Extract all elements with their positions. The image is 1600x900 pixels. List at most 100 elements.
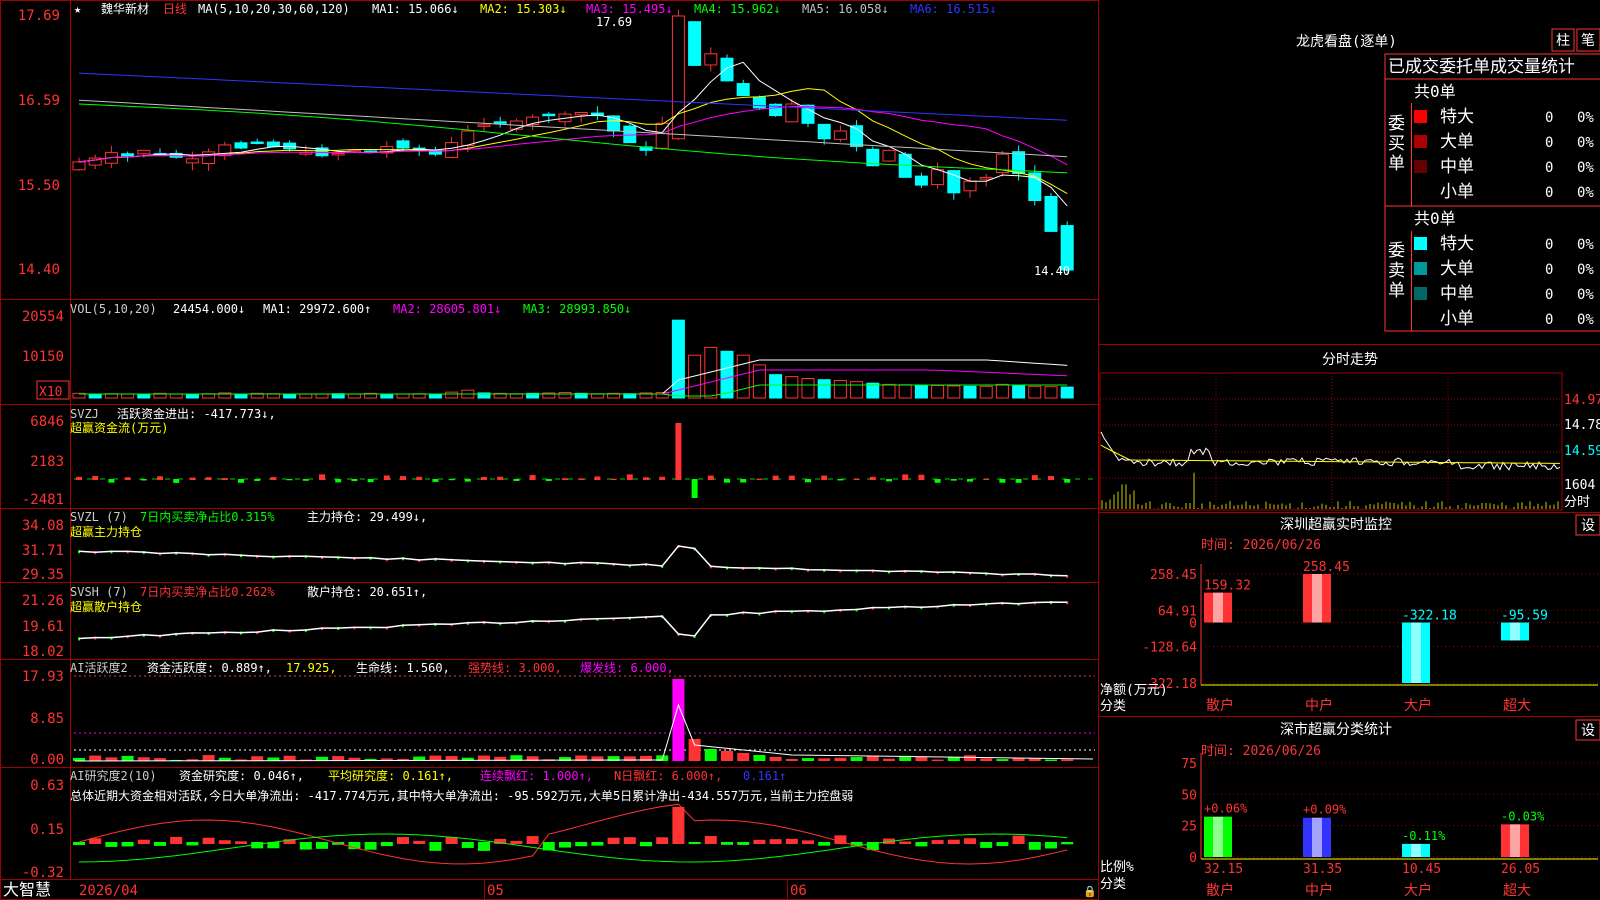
sell-color-swatch xyxy=(1414,287,1427,300)
flow-bar xyxy=(691,479,698,498)
research-bar xyxy=(105,842,118,847)
bar-change-label: +0.06% xyxy=(1204,802,1248,816)
y-tick: 14.40 xyxy=(18,262,60,278)
y-tick: 2183 xyxy=(30,454,64,470)
buy-row-percent: 0% xyxy=(1577,160,1594,176)
bar-highlight xyxy=(1213,816,1223,857)
vol-unit[interactable]: X10 xyxy=(39,385,62,400)
y-tick: 19.61 xyxy=(22,619,64,635)
vol-header: VOL(5,10,20) 24454.000↓ MA1: 29972.600↑ M… xyxy=(70,302,631,316)
flow-bar xyxy=(707,475,714,480)
category-label: 散户 xyxy=(1206,697,1234,714)
flow-bar xyxy=(950,479,957,481)
flow-bar xyxy=(254,479,261,481)
stock-name: 魏华新材 xyxy=(101,1,149,16)
svsh-text: 散户持仓: 20.651↑, xyxy=(307,584,427,599)
flow-bar xyxy=(659,476,666,480)
lhb-title: 龙虎看盘(逐单) xyxy=(1296,33,1397,50)
tick-view-label[interactable]: 笔 xyxy=(1581,33,1595,49)
flow-bar xyxy=(529,475,536,480)
research-bar xyxy=(753,839,766,844)
ai2-y-axis: 0.63 0.15 -0.32 xyxy=(22,778,64,881)
activity-bar xyxy=(996,759,1009,761)
bar-highlight xyxy=(1213,592,1223,623)
research-bar xyxy=(397,837,409,844)
monitor-ylabel: 净额(万元) xyxy=(1100,683,1168,698)
position-line xyxy=(78,601,1068,640)
research-bar xyxy=(915,842,928,847)
research-bar xyxy=(380,842,393,847)
y-tick: 10150 xyxy=(22,349,64,365)
candle-body xyxy=(72,161,86,171)
research-bar xyxy=(980,842,993,848)
activity-bar xyxy=(89,755,102,761)
ai1-burst-line: 爆发线: 6.000, xyxy=(580,660,674,675)
svzl-y-axis: 34.08 31.71 29.35 xyxy=(22,518,64,583)
svzj-text: 活跃资金进出: -417.773↓, xyxy=(117,406,276,421)
research-bar xyxy=(947,839,960,844)
candle-body xyxy=(623,125,637,144)
sell-color-swatch xyxy=(1414,262,1427,275)
bar-value-label: 31.35 xyxy=(1303,862,1342,877)
date-tick: 05 xyxy=(487,883,504,899)
flow-bar xyxy=(238,479,244,483)
bar-value-label: 258.45 xyxy=(1303,560,1350,575)
vol-y-axis: 20554 10150 xyxy=(22,309,64,365)
volume-bar xyxy=(121,393,135,399)
period-label[interactable]: 日线 xyxy=(163,2,187,16)
candle-body xyxy=(574,112,588,116)
sell-row-label: 大单 xyxy=(1440,259,1474,279)
volume-bar xyxy=(234,393,248,399)
intraday-chart[interactable] xyxy=(1099,372,1563,511)
volume-bar xyxy=(1060,386,1074,399)
research-bar xyxy=(299,842,312,850)
activity-bar xyxy=(818,758,831,761)
y-tick: -128.64 xyxy=(1142,641,1197,656)
ai2-avg-value: 0.161↑ xyxy=(743,769,786,783)
buy-total: 共0单 xyxy=(1414,82,1456,101)
flow-bar xyxy=(983,478,990,480)
star-icon[interactable]: ★ xyxy=(74,2,81,16)
svzl-label: SVZL (7) xyxy=(70,510,128,524)
volume-bar xyxy=(736,354,750,399)
research-bar xyxy=(478,842,490,851)
flow-bar xyxy=(383,475,390,480)
classify-settings-label[interactable]: 设 xyxy=(1581,723,1595,739)
column-view-label[interactable]: 柱 xyxy=(1556,33,1570,49)
flow-bar xyxy=(76,476,82,480)
sell-row-value: 0 xyxy=(1545,312,1553,328)
buy-side-label: 买 xyxy=(1388,134,1405,154)
candle-body xyxy=(542,113,556,117)
flow-bar xyxy=(432,479,439,482)
volume-bar xyxy=(720,350,734,399)
lock-icon[interactable]: 🔒 xyxy=(1083,885,1097,898)
research-bar xyxy=(364,842,377,850)
ai1-label: AI活跃度2 xyxy=(70,660,128,675)
research-bar xyxy=(704,836,717,844)
buy-row-value: 0 xyxy=(1545,185,1553,201)
research-bar xyxy=(575,842,588,847)
ma-legend-item: MA6: 16.515↓ xyxy=(910,2,997,16)
flow-bar xyxy=(902,474,909,480)
sell-row-value: 0 xyxy=(1545,287,1553,303)
monitor-settings-label[interactable]: 设 xyxy=(1581,518,1595,534)
volume-bar xyxy=(833,379,847,399)
y-tick: 0 xyxy=(1189,851,1197,866)
intraday-frame xyxy=(1099,372,1563,511)
y-tick: 18.02 xyxy=(22,644,64,660)
high-price-label: 17.69 xyxy=(596,15,632,29)
research-bar xyxy=(1028,842,1041,850)
ai2-continuous: 连续飘红: 1.000↑, xyxy=(480,768,593,783)
volume-chart[interactable] xyxy=(72,319,1074,399)
research-bar xyxy=(607,837,620,844)
research-bar xyxy=(154,842,166,846)
activity-bar xyxy=(753,755,766,761)
bar-change-label: -0.03% xyxy=(1501,809,1545,823)
intraday-title: 分时走势 xyxy=(1322,352,1378,368)
sell-row-value: 0 xyxy=(1545,237,1553,253)
candlestick-chart[interactable] xyxy=(72,9,1074,276)
volume-bar xyxy=(169,393,183,399)
sell-row-label: 特大 xyxy=(1440,234,1474,254)
research-bar xyxy=(218,840,231,844)
y-tick: 0 xyxy=(1189,617,1197,632)
